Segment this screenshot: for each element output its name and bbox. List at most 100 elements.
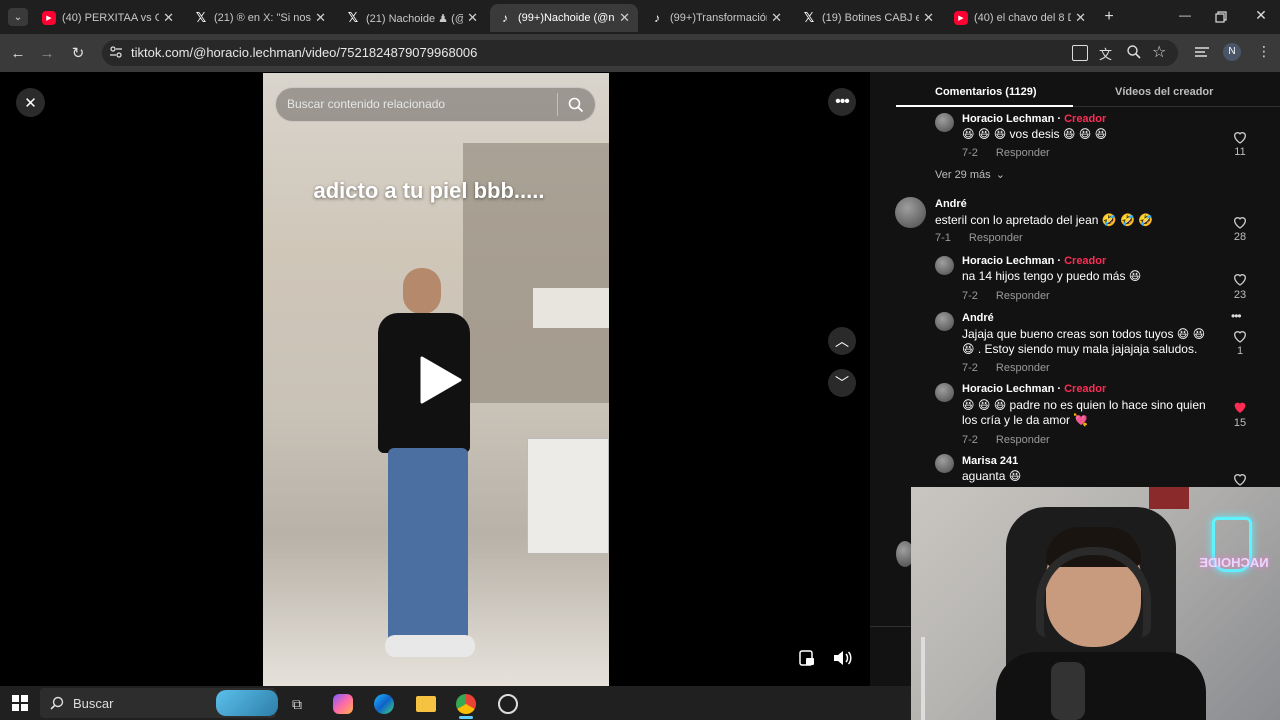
comment-author[interactable]: Marisa 241: [962, 455, 1018, 467]
taskbar-search-icon: [50, 696, 64, 710]
heart-icon[interactable]: [1232, 271, 1248, 287]
close-icon: ✕: [24, 94, 37, 112]
close-tab-icon[interactable]: ✕: [615, 10, 630, 26]
reading-list-icon[interactable]: [1194, 45, 1210, 59]
close-tab-icon[interactable]: ✕: [1071, 10, 1086, 26]
tab-comments[interactable]: Comentarios (1129): [935, 86, 1036, 98]
reply-link[interactable]: Responder: [996, 147, 1050, 159]
close-video-button[interactable]: ✕: [16, 88, 45, 117]
reload-button[interactable]: ↻: [67, 42, 89, 64]
more-options-button[interactable]: •••: [828, 88, 856, 116]
tabs-divider: [1073, 106, 1280, 107]
comment-author[interactable]: Horacio Lechman · Creador: [962, 383, 1106, 395]
close-tab-icon[interactable]: ✕: [463, 10, 478, 26]
comment-more-icon[interactable]: •••: [1231, 309, 1242, 323]
restore-button[interactable]: [1213, 9, 1229, 25]
youtube-icon: ▶: [42, 11, 56, 25]
comment-text: esteril con lo apretado del jean 🤣 🤣 🤣: [935, 213, 1154, 227]
close-tab-icon[interactable]: ✕: [159, 10, 174, 26]
reply-link[interactable]: Responder: [969, 232, 1023, 244]
close-window-button[interactable]: ✕: [1252, 7, 1270, 25]
translate-icon[interactable]: 文: [1099, 44, 1112, 63]
tab-comments-underline: [896, 105, 1073, 107]
video-caption: adicto a tu piel bbb.....: [313, 178, 545, 203]
obs-icon[interactable]: [498, 694, 518, 714]
heart-icon[interactable]: [1232, 328, 1248, 344]
like-count: 15: [1233, 417, 1247, 429]
comment-author[interactable]: Horacio Lechman · Creador: [962, 255, 1106, 267]
edge-browser-icon[interactable]: [374, 694, 394, 714]
heart-icon[interactable]: [1232, 214, 1248, 230]
avatar[interactable]: [935, 312, 954, 331]
profile-avatar[interactable]: N: [1223, 43, 1241, 61]
zoom-icon[interactable]: [1126, 44, 1142, 60]
comment-text-line2: los cría y le da amor 💘: [962, 413, 1089, 427]
back-button[interactable]: ←: [7, 42, 29, 64]
person-head: [403, 268, 441, 314]
heart-icon[interactable]: [1232, 129, 1248, 145]
avatar[interactable]: [935, 113, 954, 132]
task-view-icon[interactable]: ⧉: [292, 696, 302, 713]
browser-tab-2[interactable]: 𝕏 (21) ® en X: "Si noso ✕: [186, 4, 334, 32]
copilot-icon[interactable]: [333, 694, 353, 714]
comment-text: aguanta 😆: [962, 469, 1022, 483]
comment-author[interactable]: André: [935, 198, 967, 210]
like-count: 28: [1233, 231, 1247, 243]
search-highlight-image: [216, 690, 278, 716]
comment-author[interactable]: André: [962, 312, 994, 324]
tab-search-button[interactable]: ⌄: [8, 8, 28, 26]
view-more-replies[interactable]: Ver 29 más ⌄: [935, 168, 1005, 181]
comment-author[interactable]: Horacio Lechman · Creador: [962, 113, 1106, 125]
tab-title: (21) ® en X: "Si noso: [214, 12, 312, 24]
comment-text: 😆 😆 😆 padre no es quien lo hace sino qui…: [962, 398, 1206, 412]
search-icon[interactable]: [568, 97, 584, 113]
browser-tab-5[interactable]: ♪ (99+)Transformación ✕: [642, 4, 790, 32]
bookmark-star-icon[interactable]: ☆: [1152, 42, 1166, 62]
comment-text-line2: 😆 . Estoy siendo muy mala jajajaja salud…: [962, 342, 1198, 356]
site-info-icon[interactable]: [108, 44, 124, 60]
browser-tab-1[interactable]: ▶ (40) PERXITAA vs GA ✕: [34, 4, 182, 32]
heart-filled-icon[interactable]: [1232, 399, 1248, 415]
browser-tab-6[interactable]: 𝕏 (19) Botines CABJ en ✕: [794, 4, 942, 32]
browser-tab-3[interactable]: 𝕏 (21) Nachoide ♟ (@ ✕: [338, 4, 486, 32]
windows-start-icon[interactable]: [12, 695, 28, 711]
avatar[interactable]: [935, 454, 954, 473]
browser-tab-7[interactable]: ▶ (40) el chavo del 8 D ✕: [946, 4, 1094, 32]
file-explorer-icon[interactable]: [416, 696, 436, 712]
reply-link[interactable]: Responder: [996, 290, 1050, 302]
neon-sign-text: NACHOIDE: [1199, 555, 1269, 570]
x-logo-icon: 𝕏: [347, 10, 359, 25]
search-divider: [557, 93, 558, 116]
reply-link[interactable]: Responder: [996, 362, 1050, 374]
tab-creator-videos[interactable]: Vídeos del creador: [1115, 86, 1213, 98]
volume-icon[interactable]: [832, 649, 852, 667]
streamer-body: [996, 652, 1206, 720]
person-shoes: [385, 635, 475, 657]
avatar[interactable]: [935, 383, 954, 402]
next-video-button[interactable]: ﹀: [828, 369, 856, 397]
chevron-down-icon: ⌄: [995, 169, 1005, 181]
avatar[interactable]: [935, 256, 954, 275]
tab-title: (99+)Nachoide (@na: [518, 12, 616, 24]
related-search-placeholder: Buscar contenido relacionado: [287, 97, 446, 111]
close-tab-icon[interactable]: ✕: [767, 10, 782, 26]
tab-title: (40) el chavo del 8 D: [974, 12, 1072, 24]
browser-tab-4-active[interactable]: ♪ (99+)Nachoide (@na ✕: [490, 4, 638, 32]
new-tab-button[interactable]: +: [1100, 8, 1118, 26]
pip-icon[interactable]: [798, 649, 816, 667]
avatar[interactable]: [895, 197, 926, 228]
browser-menu-icon[interactable]: ⋮: [1257, 43, 1271, 60]
heart-icon[interactable]: [1232, 471, 1248, 487]
forward-button[interactable]: →: [36, 42, 58, 64]
close-tab-icon[interactable]: ✕: [311, 10, 326, 26]
person-legs: [388, 448, 468, 643]
minimize-button[interactable]: —: [1176, 8, 1194, 26]
reply-link[interactable]: Responder: [996, 434, 1050, 446]
chrome-icon[interactable]: [456, 694, 476, 714]
tab-title: (99+)Transformación: [670, 12, 768, 24]
x-logo-icon: 𝕏: [803, 10, 815, 25]
close-tab-icon[interactable]: ✕: [919, 10, 934, 26]
previous-video-button[interactable]: ︿: [828, 327, 856, 355]
play-button[interactable]: [418, 355, 462, 405]
install-app-icon[interactable]: [1072, 45, 1088, 61]
